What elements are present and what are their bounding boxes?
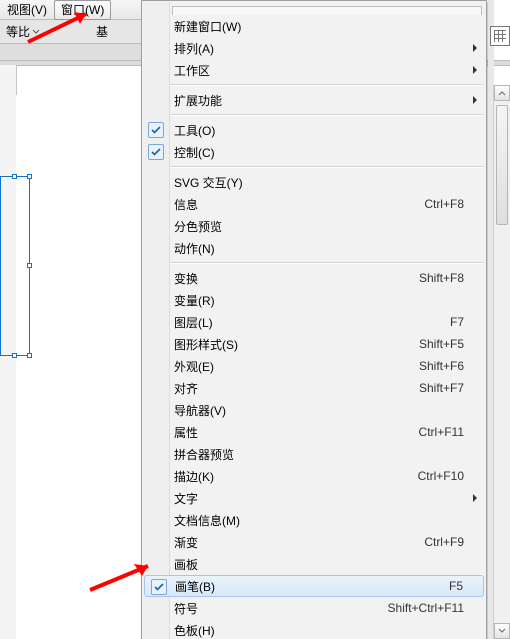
menu-item-swatches[interactable]: 色板(H) xyxy=(142,619,486,639)
submenu-arrow-icon xyxy=(472,66,478,74)
menu-item-tools[interactable]: 工具(O) xyxy=(142,119,486,141)
submenu-arrow-icon xyxy=(472,494,478,502)
handle-top-mid[interactable] xyxy=(12,174,17,179)
menu-item-variables[interactable]: 变量(R) xyxy=(142,289,486,311)
menu-item-gradient[interactable]: 渐变Ctrl+F9 xyxy=(142,531,486,553)
shortcut: Shift+Ctrl+F11 xyxy=(388,601,464,615)
menu-view[interactable]: 视图(V) xyxy=(0,0,54,20)
basic-label: 基 xyxy=(96,23,108,40)
menu-separator xyxy=(170,114,484,116)
menu-item-flattener-preview[interactable]: 拼合器预览 xyxy=(142,443,486,465)
options-bar: 等比 基 xyxy=(0,20,141,44)
shortcut: Ctrl+F11 xyxy=(419,425,464,439)
menu-item-new-window[interactable]: 新建窗口(W) xyxy=(142,15,486,37)
menu-item-navigator[interactable]: 导航器(V) xyxy=(142,399,486,421)
scroll-down-button[interactable] xyxy=(494,623,510,639)
vertical-scrollbar[interactable] xyxy=(493,85,510,639)
handle-mid-right[interactable] xyxy=(27,263,32,268)
menu-item-separation-preview[interactable]: 分色预览 xyxy=(142,215,486,237)
menu-item-document-info[interactable]: 文档信息(M) xyxy=(142,509,486,531)
menu-item-workspace[interactable]: 工作区 xyxy=(142,59,486,81)
menu-item-stroke[interactable]: 描边(K)Ctrl+F10 xyxy=(142,465,486,487)
menu-item-info[interactable]: 信息Ctrl+F8 xyxy=(142,193,486,215)
chevron-down-icon xyxy=(32,28,40,36)
menu-item-appearance[interactable]: 外观(E)Shift+F6 xyxy=(142,355,486,377)
check-icon xyxy=(151,579,167,595)
shortcut: Ctrl+F10 xyxy=(418,469,464,483)
menu-bar: 视图(V) 窗口(W) xyxy=(0,0,141,20)
chevron-up-icon xyxy=(498,89,506,97)
chevron-down-icon xyxy=(498,627,506,635)
menu-item-type[interactable]: 文字 xyxy=(142,487,486,509)
menu-window[interactable]: 窗口(W) xyxy=(54,0,111,20)
menu-item-actions[interactable]: 动作(N) xyxy=(142,237,486,259)
handle-bottom-right[interactable] xyxy=(27,353,32,358)
shortcut: Shift+F7 xyxy=(419,381,464,395)
menu-item-symbols[interactable]: 符号Shift+Ctrl+F11 xyxy=(142,597,486,619)
menu-window-label: 窗口(W) xyxy=(61,3,104,17)
handle-bottom-mid[interactable] xyxy=(12,353,17,358)
menu-view-label: 视图(V) xyxy=(7,3,47,17)
shortcut: F7 xyxy=(450,315,464,329)
grid-icon xyxy=(494,30,506,42)
scroll-thumb[interactable] xyxy=(496,105,508,225)
submenu-arrow-icon xyxy=(472,96,478,104)
menu-item-layers[interactable]: 图层(L)F7 xyxy=(142,311,486,333)
selection-rectangle[interactable] xyxy=(0,176,30,356)
menu-separator xyxy=(170,84,484,86)
submenu-arrow-icon xyxy=(472,44,478,52)
tab-strip xyxy=(0,44,141,61)
menu-item-brushes[interactable]: 画笔(B)F5 xyxy=(144,575,484,597)
panel-toggle-button[interactable] xyxy=(490,26,510,46)
check-icon xyxy=(148,122,164,138)
ratio-label: 等比 xyxy=(6,23,30,40)
shortcut: Ctrl+F8 xyxy=(424,197,464,211)
handle-top-right[interactable] xyxy=(27,174,32,179)
menu-item-arrange[interactable]: 排列(A) xyxy=(142,37,486,59)
menu-item-transform[interactable]: 变换Shift+F8 xyxy=(142,267,486,289)
menu-drag-handle[interactable] xyxy=(172,6,482,15)
canvas[interactable] xyxy=(16,95,141,639)
menu-item-extensions[interactable]: 扩展功能 xyxy=(142,89,486,111)
check-icon xyxy=(148,144,164,160)
menu-separator xyxy=(170,166,484,168)
scroll-up-button[interactable] xyxy=(494,85,510,101)
menu-separator xyxy=(170,262,484,264)
shortcut: Shift+F6 xyxy=(419,359,464,373)
menu-item-artboards[interactable]: 画板 xyxy=(142,553,486,575)
menu-item-control[interactable]: 控制(C) xyxy=(142,141,486,163)
shortcut: F5 xyxy=(449,579,463,593)
shortcut: Shift+F5 xyxy=(419,337,464,351)
menu-item-attributes[interactable]: 属性Ctrl+F11 xyxy=(142,421,486,443)
menu-item-align[interactable]: 对齐Shift+F7 xyxy=(142,377,486,399)
menu-item-svg[interactable]: SVG 交互(Y) xyxy=(142,171,486,193)
menu-item-graphic-styles[interactable]: 图形样式(S)Shift+F5 xyxy=(142,333,486,355)
shortcut: Shift+F8 xyxy=(419,271,464,285)
shortcut: Ctrl+F9 xyxy=(424,535,464,549)
ratio-dropdown[interactable]: 等比 xyxy=(6,23,40,41)
window-menu: 新建窗口(W) 排列(A) 工作区 扩展功能 工具(O) 控制(C) SVG 交… xyxy=(141,0,487,639)
